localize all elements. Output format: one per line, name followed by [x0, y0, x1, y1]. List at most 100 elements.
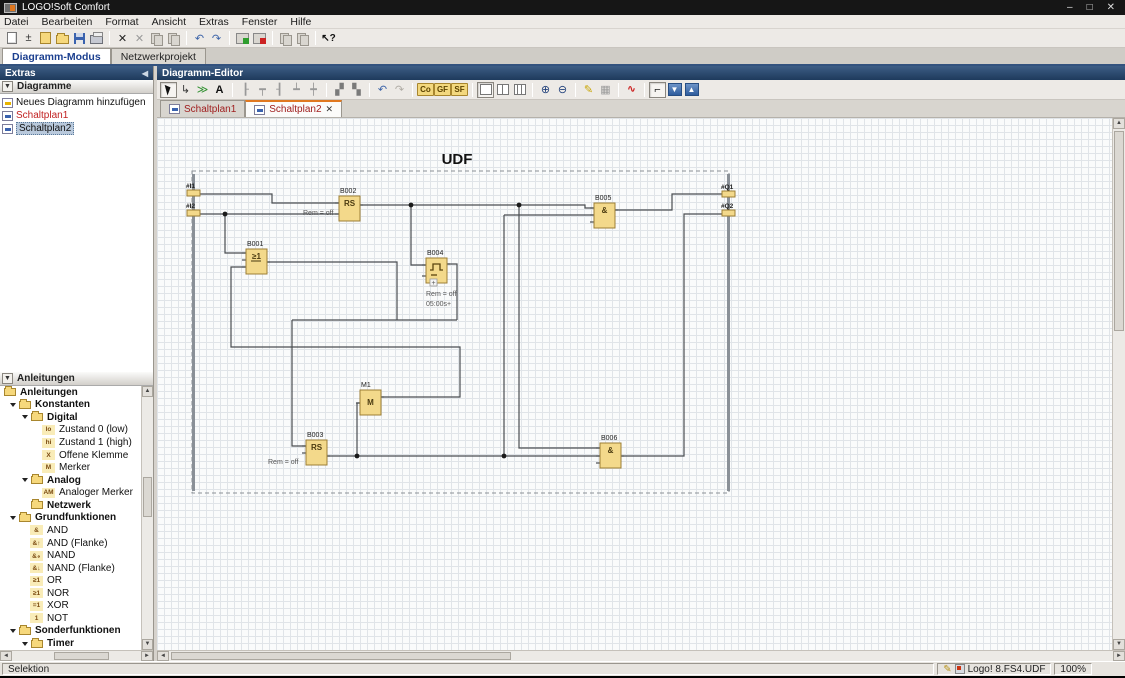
- logo-to-pc-icon[interactable]: [251, 30, 268, 46]
- scrollbar-thumb[interactable]: [1114, 131, 1124, 331]
- doc-tab-schaltplan1[interactable]: Schaltplan1: [160, 100, 245, 117]
- ref-data-2-icon[interactable]: [294, 30, 311, 46]
- new-file-icon[interactable]: [3, 30, 20, 46]
- align-bottom-icon[interactable]: ┷: [288, 82, 305, 98]
- print-icon[interactable]: [88, 30, 105, 46]
- scrollbar-thumb[interactable]: [171, 652, 511, 660]
- terminal-I2[interactable]: [187, 210, 200, 216]
- tree-item-nor[interactable]: ≥1NOR: [0, 587, 141, 600]
- menu-fenster[interactable]: Fenster: [242, 16, 278, 28]
- maximize-button[interactable]: □: [1087, 2, 1093, 13]
- canvas-vertical-scrollbar[interactable]: ▲ ▼: [1112, 118, 1125, 650]
- tree-item-zustand-0-low-[interactable]: loZustand 0 (low): [0, 424, 141, 437]
- tree-item-sonderfunktionen[interactable]: Sonderfunktionen: [0, 625, 141, 638]
- block-B004[interactable]: B004+Rem = off05:00s+: [422, 250, 456, 308]
- simulation-button[interactable]: ∿: [623, 82, 640, 98]
- wire[interactable]: [621, 214, 722, 456]
- tree-item-zustand-1-high-[interactable]: hiZustand 1 (high): [0, 436, 141, 449]
- canvas-horizontal-scrollbar[interactable]: ◄ ►: [157, 650, 1125, 661]
- align-top-icon[interactable]: ┯: [254, 82, 271, 98]
- terminal-I1[interactable]: [187, 190, 200, 196]
- zoom-out-icon[interactable]: ⊖: [554, 82, 571, 98]
- pc-to-logo-icon[interactable]: [234, 30, 251, 46]
- scrollbar-thumb[interactable]: [143, 477, 152, 517]
- open-icon[interactable]: [54, 30, 71, 46]
- tree-vertical-scrollbar[interactable]: ▲ ▼: [141, 386, 153, 650]
- diagram-list-item[interactable]: Schaltplan1: [0, 109, 153, 122]
- menu-extras[interactable]: Extras: [199, 16, 229, 28]
- tree-item-merker[interactable]: MMerker: [0, 461, 141, 474]
- menu-ansicht[interactable]: Ansicht: [152, 16, 186, 28]
- redo-icon[interactable]: ↷: [391, 82, 408, 98]
- context-help-icon[interactable]: ↖?: [320, 30, 337, 46]
- distribute-icon[interactable]: ┿: [305, 82, 322, 98]
- text-tool-icon[interactable]: A: [211, 82, 228, 98]
- expander-icon[interactable]: [22, 415, 28, 419]
- block-B003[interactable]: B003RSRem = off: [268, 432, 330, 466]
- expander-icon[interactable]: [22, 642, 28, 646]
- wire[interactable]: [292, 320, 306, 446]
- chevron-down-icon[interactable]: ▼: [2, 373, 13, 384]
- scroll-down-icon[interactable]: ▼: [142, 639, 153, 650]
- tree-item-netzwerk[interactable]: Netzwerk: [0, 499, 141, 512]
- menu-hilfe[interactable]: Hilfe: [290, 16, 311, 28]
- wire[interactable]: [360, 205, 594, 208]
- panel-collapse-icon[interactable]: ◀: [142, 69, 148, 78]
- instructions-section-header[interactable]: ▼ Anleitungen: [0, 372, 153, 386]
- tree-item-analog[interactable]: Analog: [0, 474, 141, 487]
- expander-icon[interactable]: [10, 516, 16, 520]
- scrollbar-thumb[interactable]: [54, 652, 109, 660]
- comment-tool-icon[interactable]: ✎: [580, 82, 597, 98]
- expander-icon[interactable]: [22, 478, 28, 482]
- align-left-icon[interactable]: ┠: [237, 82, 254, 98]
- tree-item-and[interactable]: &AND: [0, 524, 141, 537]
- copy-icon[interactable]: [148, 30, 165, 46]
- tab-netzwerkprojekt[interactable]: Netzwerkprojekt: [111, 48, 206, 64]
- wire[interactable]: [231, 267, 460, 397]
- menu-format[interactable]: Format: [105, 16, 138, 28]
- zoom-in-icon[interactable]: ⊕: [537, 82, 554, 98]
- undo-icon[interactable]: ↶: [374, 82, 391, 98]
- tree-item-grundfunktionen[interactable]: Grundfunktionen: [0, 512, 141, 525]
- diagram-list-item[interactable]: Neues Diagramm hinzufügen: [0, 96, 153, 109]
- doc-tab-schaltplan2[interactable]: Schaltplan2✕: [245, 100, 342, 117]
- tree-item-not[interactable]: 1NOT: [0, 612, 141, 625]
- wire[interactable]: [267, 262, 397, 320]
- tree-item-digital[interactable]: Digital: [0, 411, 141, 424]
- special-functions-button[interactable]: SF: [451, 82, 468, 98]
- block-M1[interactable]: M1M: [356, 382, 384, 415]
- import-icon[interactable]: ±: [20, 30, 37, 46]
- tab-diagramm-modus[interactable]: Diagramm-Modus: [2, 48, 111, 64]
- tree-item-analoger-merker[interactable]: AMAnaloger Merker: [0, 487, 141, 500]
- convert-tool-icon[interactable]: ≫: [194, 82, 211, 98]
- scroll-left-icon[interactable]: ◄: [157, 651, 169, 661]
- select-area-icon[interactable]: ▦: [597, 82, 614, 98]
- ref-data-icon[interactable]: [277, 30, 294, 46]
- tree-item-xor[interactable]: =1XOR: [0, 600, 141, 613]
- menu-datei[interactable]: Datei: [4, 16, 29, 28]
- save-icon[interactable]: [71, 30, 88, 46]
- split-window-3-icon[interactable]: [511, 82, 528, 98]
- tree-item-offene-klemme[interactable]: XOffene Klemme: [0, 449, 141, 462]
- send-back-icon[interactable]: ▚: [348, 82, 365, 98]
- close-button[interactable]: ✕: [1107, 2, 1115, 13]
- block-B005[interactable]: B005&: [590, 195, 618, 228]
- tree-item-nand[interactable]: &∘NAND: [0, 549, 141, 562]
- connector-tool-icon[interactable]: ↳: [177, 82, 194, 98]
- wire[interactable]: [519, 205, 600, 448]
- basic-functions-button[interactable]: GF: [434, 82, 451, 98]
- scroll-right-icon[interactable]: ►: [1113, 651, 1125, 661]
- wire[interactable]: [225, 214, 246, 253]
- scroll-left-icon[interactable]: ◄: [0, 651, 12, 661]
- scroll-right-icon[interactable]: ►: [141, 651, 153, 661]
- align-right-icon[interactable]: ┨: [271, 82, 288, 98]
- diagrams-section-header[interactable]: ▼ Diagramme: [0, 80, 153, 94]
- diagram-list-item[interactable]: Schaltplan2: [0, 122, 153, 135]
- split-window-1-icon[interactable]: [477, 82, 494, 98]
- delete-icon[interactable]: ✕: [131, 30, 148, 46]
- chevron-down-icon[interactable]: ▼: [2, 81, 13, 92]
- tree-item-and-flanke-[interactable]: &↑AND (Flanke): [0, 537, 141, 550]
- block-B006[interactable]: B006&: [596, 435, 624, 468]
- scroll-up-icon[interactable]: ▲: [1113, 118, 1125, 129]
- tree-item-anleitungen[interactable]: Anleitungen: [0, 386, 141, 399]
